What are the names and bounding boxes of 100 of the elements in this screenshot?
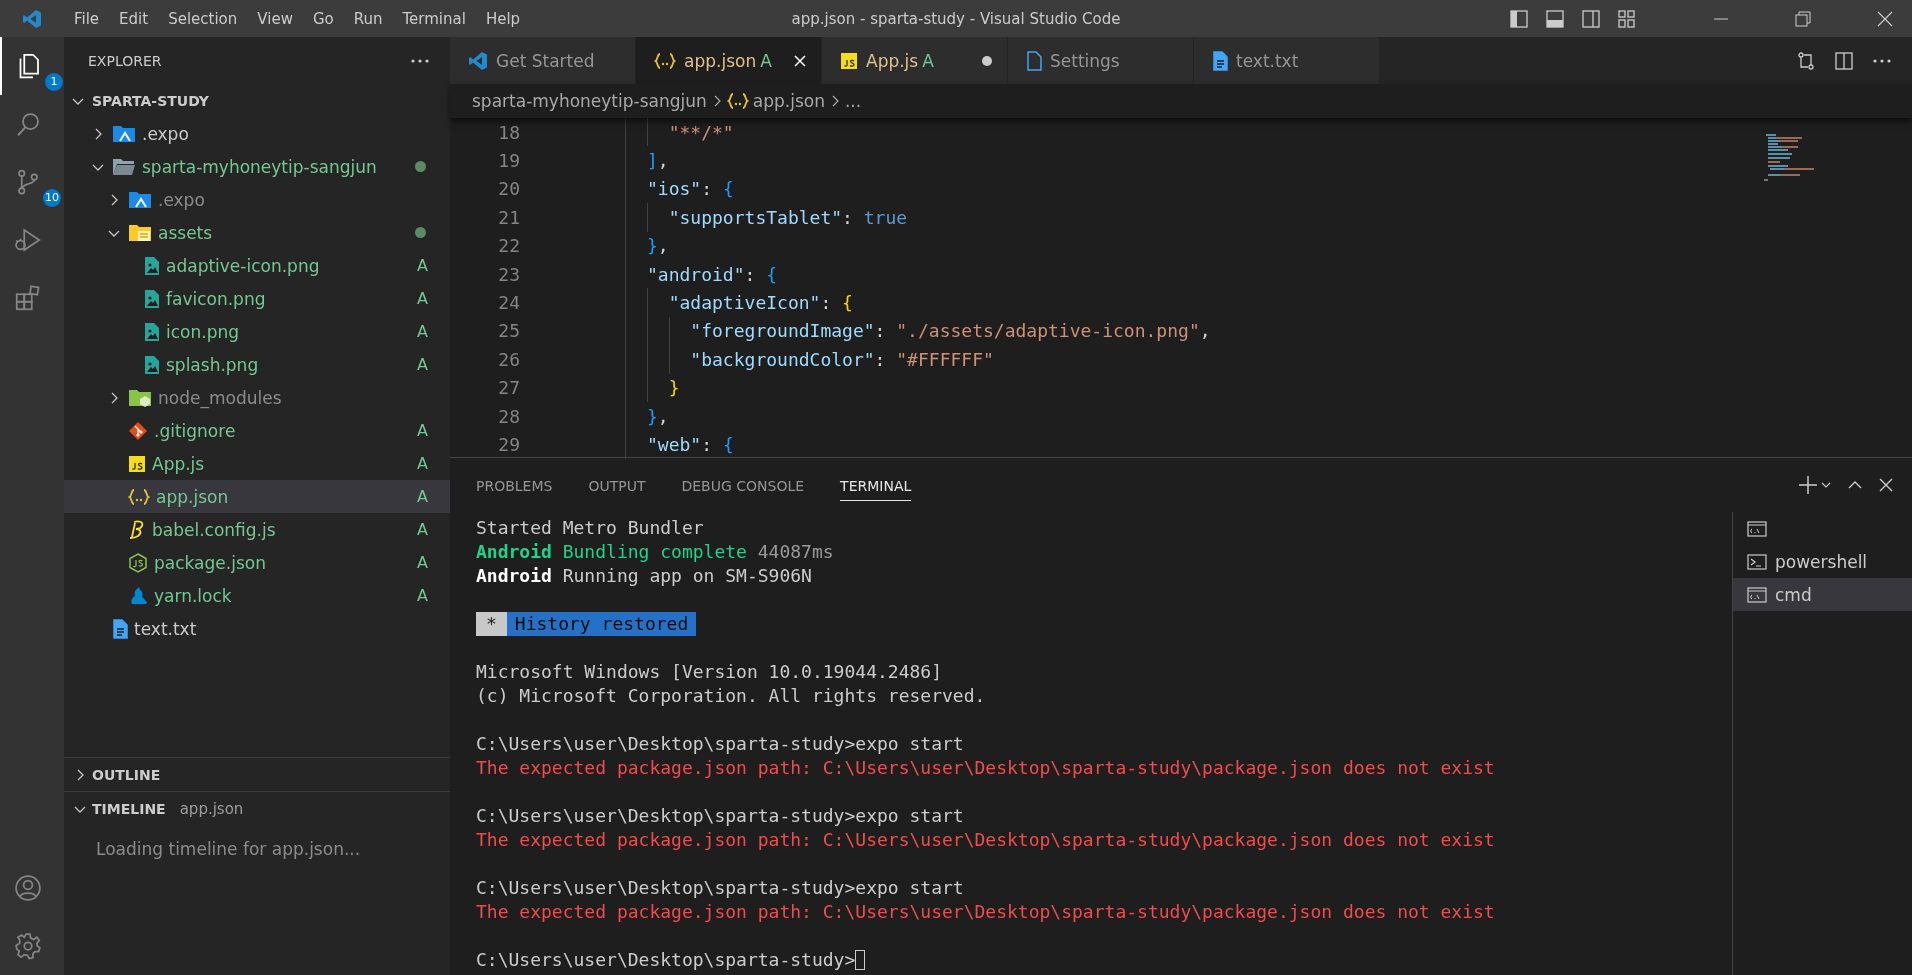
- new-terminal-icon[interactable]: [1798, 475, 1832, 495]
- layout-panel-icon[interactable]: [1546, 9, 1564, 28]
- file-icon: [112, 618, 128, 639]
- panel-tab[interactable]: DEBUG CONSOLE: [681, 469, 805, 501]
- explorer-row[interactable]: yarn.lock A: [64, 579, 450, 612]
- file-icon: [128, 420, 148, 441]
- folder-row[interactable]: .expo: [64, 183, 450, 216]
- breadcrumb-item[interactable]: ...: [844, 91, 862, 111]
- menu-item[interactable]: Run: [343, 9, 393, 28]
- file-icon: [144, 321, 160, 342]
- folder-row[interactable]: .expo: [64, 117, 450, 150]
- editor-tab[interactable]: app.json A: [636, 37, 822, 84]
- menu-item[interactable]: Selection: [158, 9, 248, 28]
- explorer-row[interactable]: package.json A: [64, 546, 450, 579]
- file-icon: [840, 51, 858, 70]
- explorer-row[interactable]: app.json A: [64, 480, 450, 513]
- compare-changes-icon[interactable]: [1796, 50, 1816, 71]
- split-editor-icon[interactable]: [1834, 50, 1854, 71]
- panel-tab[interactable]: OUTPUT: [588, 469, 646, 501]
- explorer-row[interactable]: favicon.png A: [64, 282, 450, 315]
- settings-icon[interactable]: [13, 931, 43, 961]
- folder-row[interactable]: node_modules: [64, 381, 450, 414]
- code-line: },: [647, 235, 669, 257]
- run-debug-icon[interactable]: [13, 225, 43, 255]
- code-line: "web": {: [647, 434, 734, 455]
- timeline-section-header[interactable]: TIMELINE app.json: [64, 791, 450, 825]
- editor-tab[interactable]: App.js A: [822, 37, 1008, 84]
- folder-icon: [128, 222, 152, 243]
- customize-layout-icon[interactable]: [1618, 9, 1636, 28]
- panel-tab[interactable]: TERMINAL: [840, 469, 912, 501]
- terminal-list-item[interactable]: powershell: [1733, 545, 1912, 578]
- folder-row[interactable]: sparta-myhoneytip-sangjun: [64, 150, 450, 183]
- file-icon: [726, 92, 749, 110]
- menu-item[interactable]: Edit: [109, 9, 159, 28]
- menu-item[interactable]: Go: [302, 9, 344, 28]
- account-icon[interactable]: [13, 873, 43, 903]
- explorer-row[interactable]: App.js A: [64, 447, 450, 480]
- file-icon: [144, 288, 160, 309]
- code-line: "**/*": [668, 121, 734, 143]
- editor-tab[interactable]: text.txt: [1194, 37, 1380, 84]
- explorer-row[interactable]: babel.config.js A: [64, 513, 450, 546]
- more-actions-icon[interactable]: [1872, 57, 1892, 64]
- explorer-row[interactable]: .gitignore A: [64, 414, 450, 447]
- line-number: 18: [497, 121, 521, 143]
- terminal-line: Android Running app on SM-S906N: [476, 564, 813, 588]
- terminal-line: * History restored: [476, 612, 1732, 636]
- terminal-line: (c) Microsoft Corporation. All rights reserved.: [476, 684, 987, 708]
- folder-icon: [128, 189, 152, 210]
- window-title: app.json - sparta-study - Visual Studio Code: [791, 9, 1121, 28]
- folder-icon: [112, 156, 136, 177]
- file-icon: [128, 585, 148, 606]
- explorer-row[interactable]: splash.png A: [64, 348, 450, 381]
- terminal-icon: [1747, 552, 1767, 571]
- terminal-line: The expected package.json path: C:\Users\user\Desktop\sparta-study\package.json does not exist: [476, 756, 1496, 780]
- line-number: 21: [497, 206, 521, 228]
- terminal-line: The expected package.json path: C:\Users\user\Desktop\sparta-study\package.json does not exist: [476, 828, 1496, 852]
- file-icon: [1212, 50, 1228, 71]
- restore-icon[interactable]: [1794, 9, 1812, 28]
- close-icon[interactable]: [1878, 477, 1894, 493]
- explorer-row[interactable]: adaptive-icon.png A: [64, 249, 450, 282]
- menu-item[interactable]: View: [247, 9, 303, 28]
- unsaved-dot-icon[interactable]: [981, 54, 993, 67]
- code-line: "android": {: [647, 263, 778, 285]
- file-icon: [654, 51, 676, 70]
- code-line: "foregroundImage": "./assets/adaptive-icon.png",: [690, 320, 1211, 342]
- terminal-list-item[interactable]: cmd: [1733, 578, 1912, 611]
- panel-tab[interactable]: PROBLEMS: [476, 469, 553, 501]
- explorer-row[interactable]: icon.png A: [64, 315, 450, 348]
- terminal-line: Started Metro Bundler: [476, 516, 705, 540]
- breadcrumb-item[interactable]: sparta-myhoneytip-sangjun: [472, 91, 707, 111]
- terminal-line: Android Bundling complete 44087ms: [476, 540, 835, 564]
- terminal-line: The expected package.json path: C:\Users\user\Desktop\sparta-study\package.json does not exist: [476, 900, 1496, 924]
- file-icon: [468, 50, 488, 71]
- explorer-row[interactable]: text.txt: [64, 612, 450, 645]
- layout-columns-icon[interactable]: [1582, 9, 1600, 28]
- file-icon: [128, 552, 148, 573]
- close-icon[interactable]: [1876, 9, 1894, 28]
- terminal-line: C:\Users\user\Desktop\sparta-study>expo start: [476, 804, 965, 828]
- folder-icon: [128, 387, 152, 408]
- terminal-icon: [1747, 519, 1767, 538]
- more-actions-icon[interactable]: [410, 57, 430, 64]
- sidebar-title: EXPLORER: [88, 52, 162, 69]
- workspace-folder-header[interactable]: SPARTA-STUDY: [64, 84, 450, 117]
- menu-item[interactable]: File: [64, 9, 110, 28]
- code-line: },: [647, 405, 669, 427]
- line-number: 22: [497, 235, 521, 257]
- layout-sidebar-icon[interactable]: [1510, 9, 1528, 28]
- menu-item[interactable]: Help: [475, 9, 531, 28]
- line-number: 20: [497, 178, 521, 200]
- outline-section-header[interactable]: OUTLINE: [64, 757, 450, 791]
- file-icon: [128, 519, 146, 540]
- folder-row[interactable]: assets: [64, 216, 450, 249]
- line-number: 27: [497, 377, 521, 399]
- folder-icon: [112, 123, 136, 144]
- editor-tab[interactable]: Get Started: [450, 37, 636, 84]
- editor-tab[interactable]: Settings: [1008, 37, 1194, 84]
- code-line: "supportsTablet": true: [668, 206, 908, 228]
- breadcrumb-item[interactable]: app.json: [752, 91, 825, 111]
- menu-item[interactable]: Terminal: [392, 9, 476, 28]
- line-number: 19: [497, 150, 521, 172]
